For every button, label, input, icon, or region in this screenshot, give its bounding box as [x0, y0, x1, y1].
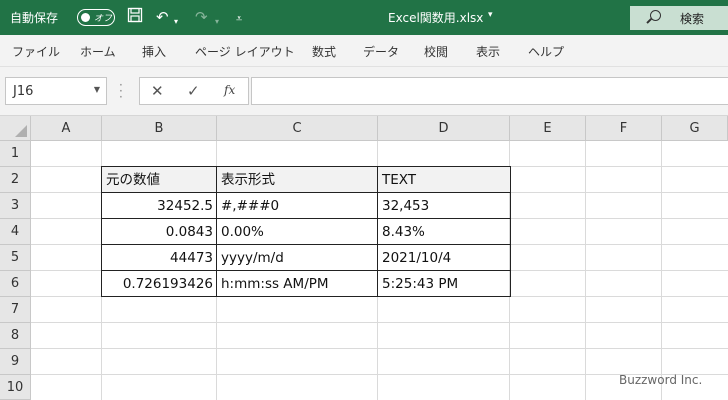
- cell-c2[interactable]: 表示形式: [217, 167, 378, 193]
- formula-input[interactable]: [251, 77, 728, 105]
- table-border: [101, 192, 511, 193]
- column-header-f[interactable]: F: [586, 116, 662, 141]
- tab-formulas[interactable]: 数式: [312, 43, 336, 60]
- row-header-8[interactable]: 8: [0, 323, 31, 349]
- worksheet-grid[interactable]: A B C D E F G 1 2 3 4 5 6 7 8 9 10 元の数値 …: [0, 116, 728, 400]
- column-header-b[interactable]: B: [102, 116, 217, 141]
- row-header-9[interactable]: 9: [0, 349, 31, 375]
- tab-insert[interactable]: 挿入: [142, 43, 166, 60]
- ribbon-tabs: ファイル ホーム 挿入 ページ レイアウト 数式 データ 校閲 表示 ヘルプ: [0, 35, 728, 67]
- column-header-g[interactable]: G: [662, 116, 728, 141]
- enter-check-icon[interactable]: ✓: [187, 82, 200, 100]
- cell-c3[interactable]: #,###0: [217, 193, 378, 219]
- watermark: Buzzword Inc.: [619, 373, 703, 387]
- cell-b4[interactable]: 0.0843: [102, 219, 217, 245]
- tab-data[interactable]: データ: [363, 43, 399, 60]
- row-header-10[interactable]: 10: [0, 375, 31, 400]
- table-border: [101, 218, 511, 219]
- gridline: [31, 348, 728, 349]
- redo-dropdown-icon[interactable]: ▾: [215, 12, 219, 32]
- name-box-chevron-icon[interactable]: ▼: [94, 85, 100, 94]
- file-menu-chevron-icon[interactable]: ▾: [488, 10, 493, 20]
- toggle-knob: [81, 13, 90, 22]
- tab-review[interactable]: 校閲: [424, 43, 448, 60]
- select-all-button[interactable]: [0, 116, 31, 141]
- cell-c6[interactable]: h:mm:ss AM/PM: [217, 271, 378, 297]
- name-box[interactable]: J16 ▼: [5, 77, 107, 105]
- cell-c5[interactable]: yyyy/m/d: [217, 245, 378, 271]
- row-header-1[interactable]: 1: [0, 141, 31, 167]
- cell-b3[interactable]: 32452.5: [102, 193, 217, 219]
- autosave-label: 自動保存: [10, 11, 59, 25]
- title-bar: 自動保存 オフ ↶ ▾ ↷ ▾ ⩡ Excel関数用.xlsx ▾ 検索: [0, 0, 728, 35]
- save-icon[interactable]: [127, 7, 143, 28]
- search-label: 検索: [680, 12, 705, 26]
- name-box-value: J16: [13, 84, 34, 99]
- row-header-5[interactable]: 5: [0, 245, 31, 271]
- tab-help[interactable]: ヘルプ: [528, 43, 564, 60]
- customize-toolbar-icon[interactable]: ⩡: [236, 9, 242, 29]
- row-header-6[interactable]: 6: [0, 271, 31, 297]
- search-box[interactable]: 検索: [630, 6, 728, 30]
- table-border: [101, 244, 511, 245]
- column-header-d[interactable]: D: [378, 116, 510, 141]
- formula-bar-handle-icon[interactable]: · · ·: [119, 79, 123, 103]
- cell-d4[interactable]: 8.43%: [378, 219, 510, 245]
- table-border: [216, 166, 217, 297]
- cell-c4[interactable]: 0.00%: [217, 219, 378, 245]
- column-header-e[interactable]: E: [510, 116, 586, 141]
- formula-buttons: ✕ ✓ fx: [139, 77, 249, 105]
- cell-d2[interactable]: TEXT: [378, 167, 510, 193]
- autosave-state: オフ: [94, 14, 113, 24]
- row-header-7[interactable]: 7: [0, 297, 31, 323]
- cell-d3[interactable]: 32,453: [378, 193, 510, 219]
- cell-d6[interactable]: 5:25:43 PM: [378, 271, 510, 297]
- undo-icon[interactable]: ↶: [156, 7, 169, 27]
- insert-function-icon[interactable]: fx: [224, 83, 235, 97]
- undo-dropdown-icon[interactable]: ▾: [174, 12, 178, 32]
- tab-file[interactable]: ファイル: [12, 43, 60, 60]
- row-header-4[interactable]: 4: [0, 219, 31, 245]
- redo-icon[interactable]: ↷: [195, 7, 208, 27]
- table-border: [101, 270, 511, 271]
- cell-d5[interactable]: 2021/10/4: [378, 245, 510, 271]
- gridline: [31, 322, 728, 323]
- column-header-c[interactable]: C: [217, 116, 378, 141]
- tab-view[interactable]: 表示: [476, 43, 500, 60]
- table-border: [377, 166, 378, 297]
- cell-b5[interactable]: 44473: [102, 245, 217, 271]
- search-icon: [650, 10, 661, 21]
- row-header-2[interactable]: 2: [0, 167, 31, 193]
- row-header-3[interactable]: 3: [0, 193, 31, 219]
- cancel-icon[interactable]: ✕: [151, 82, 164, 100]
- tab-page-layout[interactable]: ページ レイアウト: [195, 43, 295, 60]
- cell-b2[interactable]: 元の数値: [102, 167, 217, 193]
- file-name[interactable]: Excel関数用.xlsx: [388, 9, 483, 26]
- cell-b6[interactable]: 0.726193426: [102, 271, 217, 297]
- tab-home[interactable]: ホーム: [80, 43, 116, 60]
- autosave-toggle[interactable]: オフ: [77, 9, 115, 26]
- column-header-a[interactable]: A: [31, 116, 102, 141]
- formula-bar: J16 ▼ · · · ✕ ✓ fx: [0, 67, 728, 116]
